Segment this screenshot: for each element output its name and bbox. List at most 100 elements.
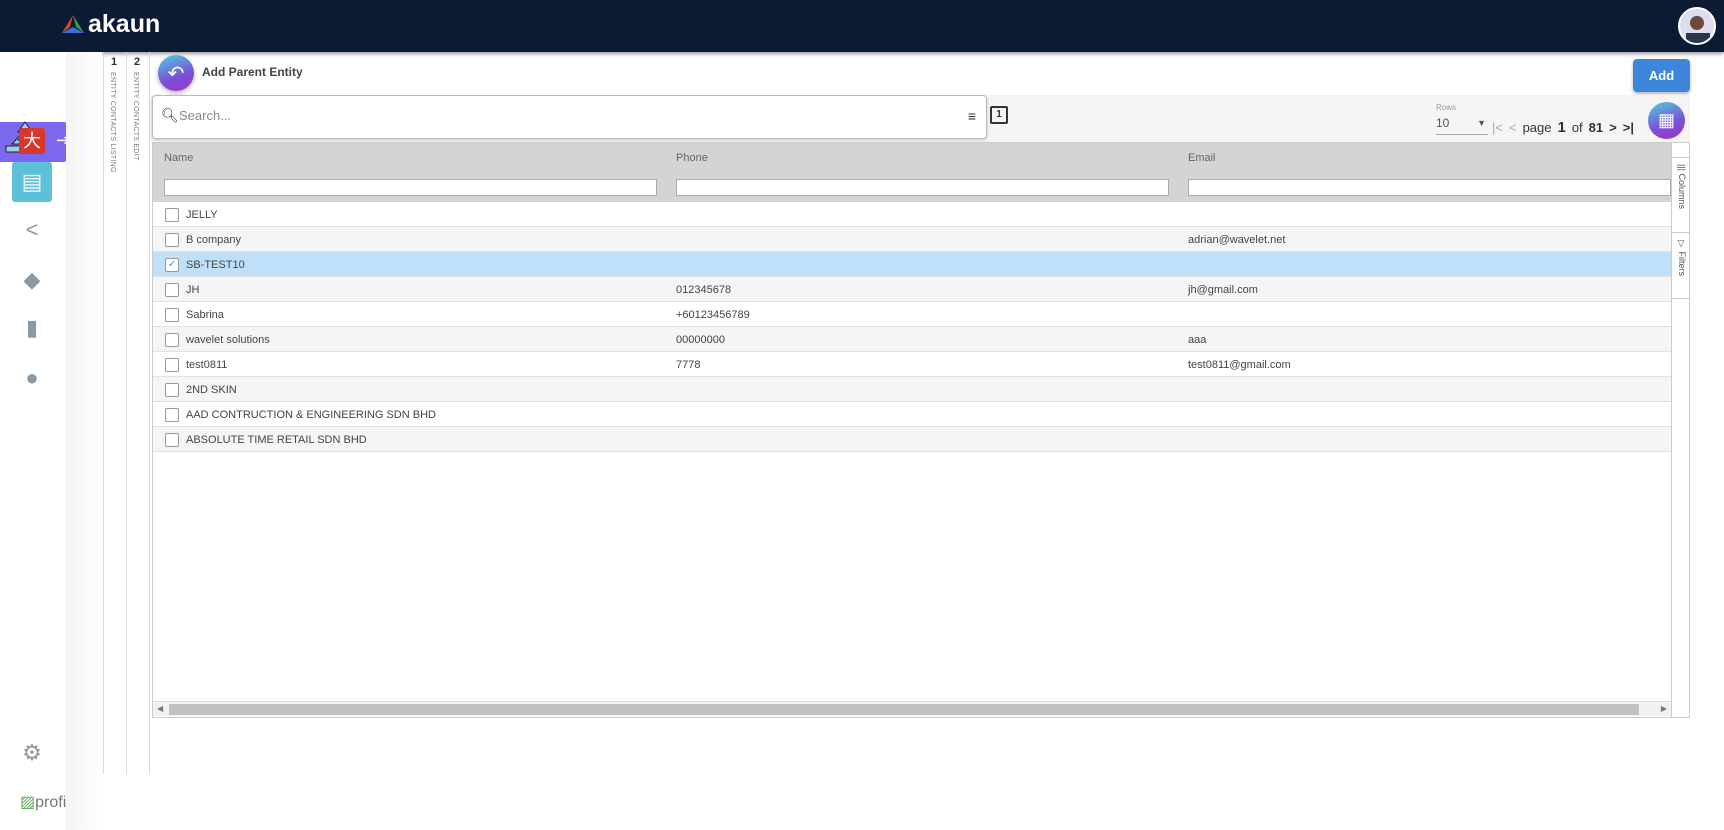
sidebar-shadow [66, 52, 102, 830]
row-checkbox[interactable] [165, 408, 179, 422]
next-page-icon[interactable]: > [1609, 120, 1617, 135]
profile-image-broken: ▨profi [20, 792, 66, 812]
sidebar-item-invoice[interactable]: ▮ [14, 310, 50, 346]
step-1-label[interactable]: ENTITY CONTACTS LISTING [109, 72, 116, 173]
last-page-icon[interactable]: >| [1623, 120, 1634, 135]
email-filter-input[interactable] [1188, 179, 1671, 196]
table-row[interactable]: Sabrina +60123456789 [153, 302, 1671, 327]
of-word: of [1571, 120, 1583, 135]
divider [126, 52, 127, 774]
scrollbar-thumb[interactable] [169, 704, 1639, 715]
sidebar-item-share[interactable]: < [14, 212, 50, 248]
first-page-icon[interactable]: |< [1492, 120, 1503, 135]
horizontal-scrollbar[interactable]: ◀ ▶ [153, 701, 1671, 716]
row-checkbox[interactable] [165, 383, 179, 397]
cell-email: test0811@gmail.com [1188, 359, 1291, 371]
grid-icon: ▦ [1657, 110, 1675, 130]
step-2-number[interactable]: 2 [127, 56, 147, 68]
cell-name: B company [186, 234, 242, 246]
table-row[interactable]: ABSOLUTE TIME RETAIL SDN BHD [153, 427, 1671, 452]
divider [103, 52, 104, 774]
dollar-icon: ● [25, 365, 39, 390]
total-pages: 81 [1588, 120, 1604, 135]
step-2-label[interactable]: ENTITY CONTACTS EDIT [132, 72, 139, 161]
prev-page-icon[interactable]: < [1509, 120, 1517, 135]
sidebar-item-dollar[interactable]: ● [14, 360, 50, 396]
cell-name: JH [186, 284, 200, 296]
columns-tab[interactable]: ||| Columns [1672, 157, 1690, 233]
cell-name: JELLY [186, 209, 218, 221]
column-header-phone[interactable]: Phone [676, 152, 708, 164]
scroll-left-icon[interactable]: ◀ [157, 704, 163, 713]
cell-email: aaa [1188, 334, 1207, 346]
search-input[interactable] [179, 108, 939, 123]
profile-alt-text: profi [35, 794, 67, 811]
table-row[interactable]: B company adrian@wavelet.net [153, 227, 1671, 252]
filter-icon[interactable]: ≡ [968, 108, 976, 124]
contacts-book-icon: ▤ [21, 169, 43, 194]
broken-image-icon: ▨ [20, 794, 36, 811]
copy-count-icon[interactable]: 1 [990, 106, 1008, 124]
name-filter-input[interactable] [164, 179, 657, 196]
divider [149, 52, 150, 774]
cell-phone: 00000000 [676, 334, 725, 346]
dropdown-arrow-icon: ▼ [1477, 118, 1486, 128]
table-row[interactable]: test0811 7778 test0811@gmail.com [153, 352, 1671, 377]
grid-view-button[interactable]: ▦ [1648, 102, 1685, 139]
grid-header: Name Phone Email [153, 143, 1671, 202]
search-icon: 🔍︎ [161, 107, 179, 123]
search-box: 🔍︎ ≡ [152, 95, 987, 139]
scroll-right-icon[interactable]: ▶ [1661, 704, 1667, 713]
rows-per-page-select[interactable]: 10 ▼ [1436, 116, 1488, 135]
sidebar: ⇥ 大 ▤ < ◆ ▮ ● ⚙ ▨profi [0, 52, 82, 830]
sidebar-item-app[interactable]: 大 [14, 123, 50, 159]
row-checkbox[interactable] [165, 283, 179, 297]
cell-email: jh@gmail.com [1188, 284, 1258, 296]
row-checkbox[interactable] [165, 233, 179, 247]
page-word: page [1522, 120, 1552, 135]
cell-name: test0811 [186, 359, 228, 371]
rows-value: 10 [1436, 116, 1450, 130]
row-checkbox[interactable]: ✓ [165, 258, 179, 272]
table-row[interactable]: JH 012345678 jh@gmail.com [153, 277, 1671, 302]
sidebar-item-contacts[interactable]: ▤ [12, 162, 52, 202]
current-page: 1 [1557, 119, 1566, 136]
filter-funnel-icon: ▽ [1677, 239, 1687, 249]
page-title: Add Parent Entity [202, 65, 303, 79]
cell-name: SB-TEST10 [186, 259, 245, 271]
brand-name: akaun [88, 10, 161, 38]
back-button[interactable]: ↶ [158, 55, 194, 91]
brand-logo[interactable]: akaun [62, 10, 160, 39]
cell-name: 2ND SKIN [186, 384, 237, 396]
rows-label: Rows [1436, 103, 1457, 112]
table-row[interactable]: JELLY [153, 202, 1671, 227]
cell-phone: +60123456789 [676, 309, 750, 321]
filters-tab-label: Filters [1677, 251, 1687, 277]
filters-tab[interactable]: ▽ Filters [1672, 233, 1690, 299]
cell-name: ABSOLUTE TIME RETAIL SDN BHD [186, 434, 367, 446]
phone-filter-input[interactable] [676, 179, 1169, 196]
cell-name: AAD CONTRUCTION & ENGINEERING SDN BHD [186, 409, 436, 421]
row-checkbox[interactable] [165, 433, 179, 447]
user-avatar[interactable] [1678, 7, 1716, 45]
step-1-number[interactable]: 1 [104, 56, 124, 68]
column-header-email[interactable]: Email [1188, 152, 1216, 164]
top-bar: akaun [0, 0, 1724, 52]
settings-button[interactable]: ⚙ [14, 735, 50, 771]
add-button[interactable]: Add [1633, 59, 1690, 92]
table-row[interactable]: AAD CONTRUCTION & ENGINEERING SDN BHD [153, 402, 1671, 427]
row-checkbox[interactable] [165, 208, 179, 222]
grid-side-panel: ||| Columns ▽ Filters [1671, 143, 1690, 717]
table-row[interactable]: wavelet solutions 00000000 aaa [153, 327, 1671, 352]
table-row[interactable]: ✓ SB-TEST10 [153, 252, 1671, 277]
row-checkbox[interactable] [165, 358, 179, 372]
table-row[interactable]: 2ND SKIN [153, 377, 1671, 402]
columns-icon: ||| [1677, 164, 1687, 172]
row-checkbox[interactable] [165, 333, 179, 347]
cell-email: adrian@wavelet.net [1188, 234, 1286, 246]
row-checkbox[interactable] [165, 308, 179, 322]
column-header-name[interactable]: Name [164, 152, 193, 164]
sidebar-item-tags[interactable]: ◆ [14, 262, 50, 298]
gear-icon: ⚙ [22, 740, 42, 765]
cell-phone: 7778 [676, 359, 701, 371]
